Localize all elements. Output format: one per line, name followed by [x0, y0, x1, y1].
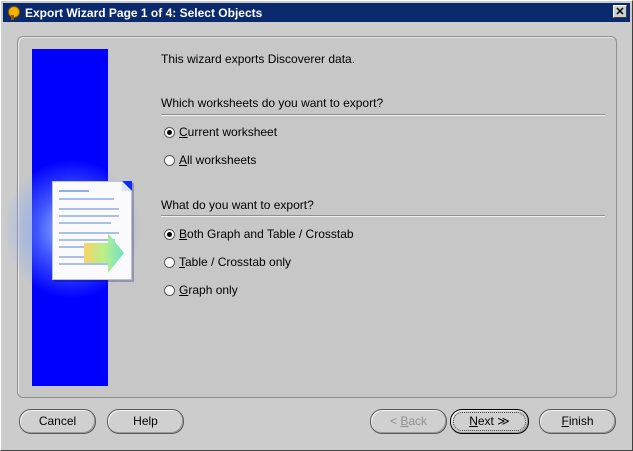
radio-indicator — [164, 154, 175, 166]
radio-label: Graph only — [179, 283, 238, 297]
radio-current-worksheet[interactable]: Current worksheet — [164, 125, 277, 139]
next-chevron-icon: ≫ — [497, 414, 510, 428]
wizard-banner-image — [2, 49, 142, 386]
export-wizard-window: Export Wizard Page 1 of 4: Select Object… — [0, 0, 633, 451]
radio-graph-only[interactable]: Graph only — [164, 283, 238, 297]
close-icon[interactable]: ✕ — [613, 5, 627, 18]
back-button[interactable]: < Back — [370, 409, 447, 434]
discoverer-app-icon — [7, 5, 21, 20]
finish-button[interactable]: Finish — [539, 409, 616, 434]
title-bar[interactable]: Export Wizard Page 1 of 4: Select Object… — [3, 3, 630, 22]
radio-indicator — [164, 228, 175, 240]
radio-graph-and-table[interactable]: Both Graph and Table / Crosstab — [164, 227, 354, 241]
radio-indicator — [164, 126, 175, 138]
radio-label: All worksheets — [179, 153, 257, 167]
radio-label: Table / Crosstab only — [179, 255, 292, 269]
radio-all-worksheets[interactable]: All worksheets — [164, 153, 256, 167]
intro-text: This wizard exports Discoverer data. — [161, 52, 356, 66]
radio-label: Both Graph and Table / Crosstab — [179, 227, 354, 241]
worksheets-question: Which worksheets do you want to export? — [161, 96, 384, 110]
window-title: Export Wizard Page 1 of 4: Select Object… — [25, 5, 263, 20]
help-button[interactable]: Help — [107, 409, 184, 434]
cancel-button[interactable]: Cancel — [19, 409, 96, 434]
back-chevron-icon: < — [389, 414, 397, 428]
export-arrow-icon — [84, 233, 124, 273]
section1-separator — [161, 114, 605, 116]
radio-label: Current worksheet — [179, 125, 278, 139]
radio-indicator — [164, 256, 175, 268]
next-button[interactable]: Next ≫ — [450, 409, 529, 434]
radio-table-only[interactable]: Table / Crosstab only — [164, 255, 291, 269]
export-content-question: What do you want to export? — [161, 198, 314, 212]
radio-indicator — [164, 284, 175, 296]
wizard-panel: This wizard exports Discoverer data. Whi… — [2, 36, 617, 398]
section2-separator — [161, 215, 605, 217]
